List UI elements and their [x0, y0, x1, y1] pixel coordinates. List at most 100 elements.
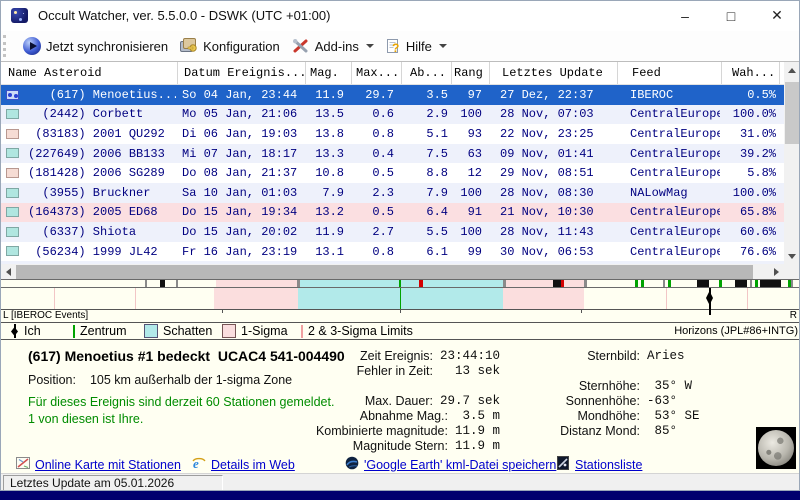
help-button[interactable]: ? Hilfe — [380, 35, 453, 57]
probability: 60.6% — [739, 224, 776, 239]
column-header-wah[interactable]: Wah... — [722, 62, 780, 84]
addins-button[interactable]: Add-ins — [286, 35, 380, 57]
table-row[interactable]: (56234) 1999 JL42 Fr 16 Jan, 23:19 13.1 0.8… — [0, 241, 800, 262]
scroll-left-button[interactable] — [0, 264, 16, 280]
close-button[interactable]: ✕ — [754, 0, 800, 31]
column-header-feed[interactable]: Feed — [618, 62, 722, 84]
probability: 65.8% — [739, 205, 776, 220]
arrow-up-icon — [788, 67, 796, 73]
feed: CentralEurope — [630, 244, 720, 259]
table-row[interactable]: (3955) Bruckner Sa 10 Jan, 01:03 7.9 2.3 7.9… — [0, 182, 800, 203]
title-bar: Occult Watcher, ver. 5.5.0.0 - DSWK (UTC… — [0, 0, 800, 31]
table-row[interactable]: (6337) Shiota Do 15 Jan, 20:02 11.9 2.7 5.5 1… — [0, 222, 800, 242]
event-type-icon — [6, 207, 19, 218]
stations-link-label[interactable]: Stationsliste — [575, 458, 642, 472]
column-header-update[interactable]: Letztes Update — [490, 62, 618, 84]
magnitude: 7.9 — [322, 185, 344, 200]
table-row[interactable]: (617) Menoetius... So 04 Jan, 23:44 11.9 29… — [0, 85, 800, 105]
detail-row: Mondhöhe: 53° SE — [577, 409, 700, 423]
timeline-segment — [300, 280, 503, 287]
vertical-scroll-thumb[interactable] — [785, 82, 799, 144]
ie-icon: e — [192, 456, 206, 473]
rank: 100 — [460, 107, 482, 122]
table-row[interactable]: (83183) 2001 QU292 Di 06 Jan, 19:03 13.8 0.… — [0, 124, 800, 144]
sky-position-stats: Sternbild: Aries Sternhöhe: 35° W Sonnenhöh… — [500, 340, 730, 438]
magnitude: 13.8 — [315, 126, 344, 141]
max-duration: 2.3 — [372, 185, 394, 200]
feed: CentralEurope — [630, 107, 720, 122]
detail-row: Fehler in Zeit: 13 sek — [356, 364, 500, 378]
magnitude: 10.8 — [315, 166, 344, 181]
timeline-segment — [663, 280, 665, 287]
asteroid-name: (6337) Shiota — [28, 224, 137, 239]
stations-icon — [556, 456, 570, 473]
detail-row: Sonnenhöhe: -63° — [565, 394, 678, 408]
feed: CentralEurope — [630, 224, 720, 239]
desktop-strip — [0, 490, 800, 500]
rank: 100 — [460, 185, 482, 200]
events-table: Name Asteroid Datum Ereignis... Mag. Max… — [0, 61, 800, 280]
link-stations[interactable]: Stationsliste — [556, 456, 642, 473]
status-bar: Letztes Update am 05.01.2026 23:11:23 — [0, 473, 800, 500]
sync-now-button[interactable]: Jetzt synchronisieren — [17, 34, 174, 58]
max-duration: 0.4 — [372, 146, 394, 161]
table-row[interactable]: (164373) 2005 ED68 Do 15 Jan, 19:34 13.2 0.… — [0, 202, 800, 223]
table-row[interactable]: (181428) 2006 SG289 Do 08 Jan, 21:37 10.8 0… — [0, 163, 800, 183]
vertical-scrollbar[interactable] — [784, 62, 800, 264]
column-header-max[interactable]: Max... — [352, 62, 402, 84]
ie-link-label[interactable]: Details im Web — [211, 458, 295, 472]
timeline-segment — [697, 280, 709, 287]
max-duration: 0.8 — [372, 244, 394, 259]
asteroid-name: (617) Menoetius... — [28, 87, 176, 102]
minimize-button[interactable]: – — [662, 0, 708, 31]
last-update: 29 Nov, 08:51 — [500, 166, 594, 181]
maximize-button[interactable]: □ — [708, 0, 754, 31]
timeline-segment — [641, 280, 644, 287]
max-duration: 29.7 — [365, 87, 394, 102]
horizontal-scroll-thumb[interactable] — [16, 265, 753, 279]
asteroid-name: (56234) 1999 JL42 — [28, 244, 158, 259]
last-update: 28 Nov, 07:03 — [500, 107, 594, 122]
probability: 39.2% — [739, 146, 776, 161]
map-link-label[interactable]: Online Karte mit Stationen — [35, 458, 181, 472]
magnitude: 13.5 — [315, 107, 344, 122]
table-body: (617) Menoetius... So 04 Jan, 23:44 11.9 29… — [0, 85, 800, 264]
your-station-text: 1 von diesen ist Ihre. — [28, 412, 144, 426]
column-header-name[interactable]: Name Asteroid — [0, 62, 178, 84]
arrow-right-icon — [773, 268, 779, 276]
toolbar-grip[interactable] — [3, 35, 9, 57]
link-ie[interactable]: e Details im Web — [192, 456, 295, 473]
rank: 97 — [467, 87, 482, 102]
timeline-segment — [755, 280, 758, 287]
column-header-mag[interactable]: Mag. — [306, 62, 352, 84]
asteroid-name: (164373) 2005 ED68 — [28, 205, 158, 220]
column-header-ab[interactable]: Ab... — [402, 62, 452, 84]
scroll-right-button[interactable] — [768, 264, 784, 280]
column-header-rang[interactable]: Rang — [452, 62, 490, 84]
table-row[interactable]: (2442) Corbett Mo 05 Jan, 21:06 13.5 0.6 2.9… — [0, 104, 800, 125]
event-details-panel: (617) Menoetius #1 bedeckt UCAC4 541-004… — [0, 340, 800, 455]
scroll-down-button[interactable] — [784, 248, 800, 264]
mag-drop: 8.8 — [426, 166, 448, 181]
globe-link-label[interactable]: 'Google Earth' kml-Datei speichern — [364, 458, 556, 472]
event-type-icon — [6, 128, 19, 139]
configuration-button[interactable]: Konfiguration — [174, 35, 286, 57]
sigma1-swatch-icon — [222, 324, 236, 338]
horizontal-scrollbar[interactable] — [0, 264, 784, 280]
feed: CentralEurope — [630, 205, 720, 220]
scroll-up-button[interactable] — [784, 62, 800, 78]
timeline-segment — [216, 280, 298, 287]
max-duration: 0.6 — [372, 107, 394, 122]
timeline-segment — [553, 280, 561, 287]
link-map[interactable]: Online Karte mit Stationen — [16, 456, 181, 473]
mag-drop: 7.5 — [426, 146, 448, 161]
link-globe[interactable]: 'Google Earth' kml-Datei speichern — [345, 456, 556, 473]
legend-item-sigma23: 2 & 3-Sigma Limits — [301, 323, 413, 339]
magnitude: 13.2 — [315, 205, 344, 220]
column-header-datum[interactable]: Datum Ereignis... — [178, 62, 306, 84]
probability: 31.0% — [739, 126, 776, 141]
timeline-segment — [561, 280, 564, 287]
asteroid-name: (3955) Bruckner — [28, 185, 151, 200]
table-row[interactable]: (227649) 2006 BB133 Mi 07 Jan, 18:17 13.3 0… — [0, 143, 800, 164]
